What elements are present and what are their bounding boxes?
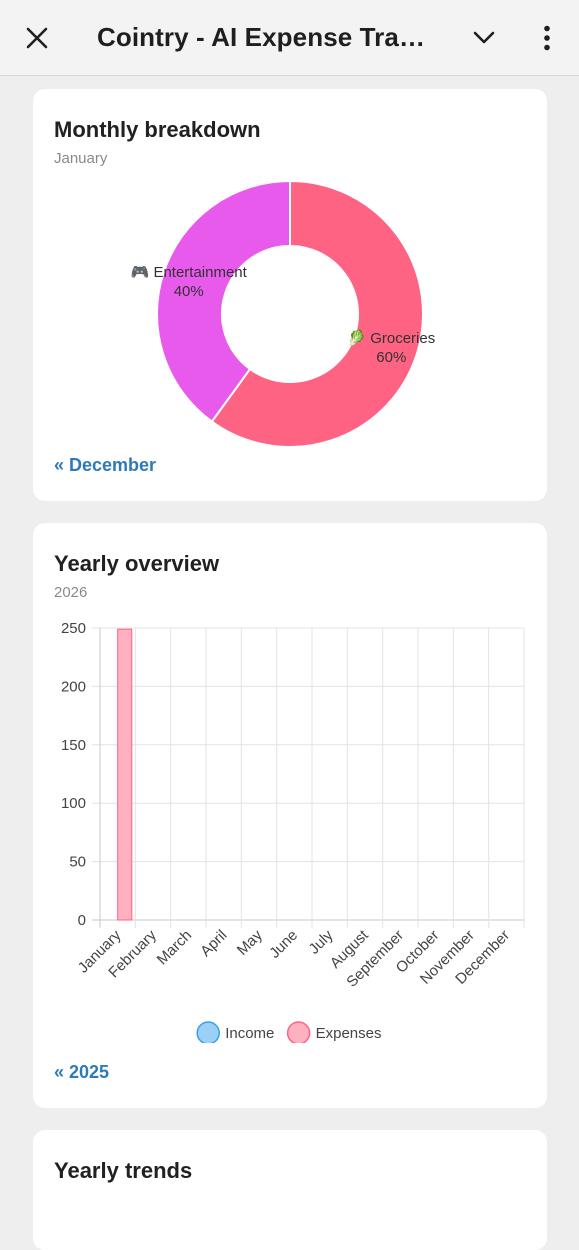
previous-month-link[interactable]: « December: [54, 455, 156, 476]
x-tick-label: May: [234, 926, 266, 958]
monthly-subtitle: January: [54, 150, 108, 167]
x-tick-label: March: [154, 927, 195, 968]
yearly-overview-card: Yearly overview 2026 0 50 100 150 200 250 Janu…: [33, 523, 547, 1108]
expand-button[interactable]: [462, 0, 506, 76]
x-tick-label: April: [197, 927, 230, 960]
close-button[interactable]: [14, 0, 60, 76]
y-tick-label: 100: [61, 795, 86, 812]
yearly-trends-card: Yearly trends: [33, 1130, 547, 1250]
app-bar: Cointry - AI Expense Trac...: [0, 0, 579, 76]
more-vert-icon: [544, 25, 550, 51]
chevron-down-icon: [473, 31, 495, 44]
trends-title: Yearly trends: [54, 1158, 193, 1183]
yearly-bar-chart: 050100150200250JanuaryFebruaryMarch April…: [61, 620, 525, 1043]
monthly-title: Monthly breakdown: [54, 117, 261, 142]
donut-label-groceries: 🥬 Groceries: [347, 329, 435, 347]
legend-marker-income[interactable]: [196, 1021, 220, 1043]
more-options-button[interactable]: [525, 0, 569, 76]
y-tick-label: 50: [69, 854, 86, 871]
close-icon: [26, 27, 48, 49]
x-tick-label: July: [306, 926, 337, 957]
bar-expenses-january[interactable]: [117, 628, 133, 921]
y-tick-label: 150: [61, 737, 86, 754]
legend-marker-expenses[interactable]: [286, 1021, 311, 1043]
y-tick-label: 250: [61, 620, 86, 637]
yearly-title: Yearly overview: [54, 551, 220, 576]
donut-label-entertainment: 🎮 Entertainment: [131, 264, 248, 281]
monthly-donut-chart: 🥬 Groceries 60% 🎮 Entertainment 40%: [131, 179, 435, 448]
donut-percent-groceries: 60%: [376, 349, 406, 366]
yearly-subtitle: 2026: [54, 584, 88, 601]
y-tick-label: 0: [78, 912, 86, 929]
legend-label-income[interactable]: Income: [225, 1025, 274, 1042]
app-title: Cointry - AI Expense Trac...: [97, 22, 427, 52]
y-tick-label: 200: [61, 678, 86, 695]
legend-label-expenses[interactable]: Expenses: [316, 1025, 382, 1042]
monthly-breakdown-card: Monthly breakdown January 🥬 Groceries 60%…: [33, 89, 547, 501]
x-tick-label: June: [266, 927, 301, 962]
previous-year-link[interactable]: « 2025: [54, 1062, 109, 1083]
donut-percent-entertainment: 40%: [174, 283, 204, 300]
